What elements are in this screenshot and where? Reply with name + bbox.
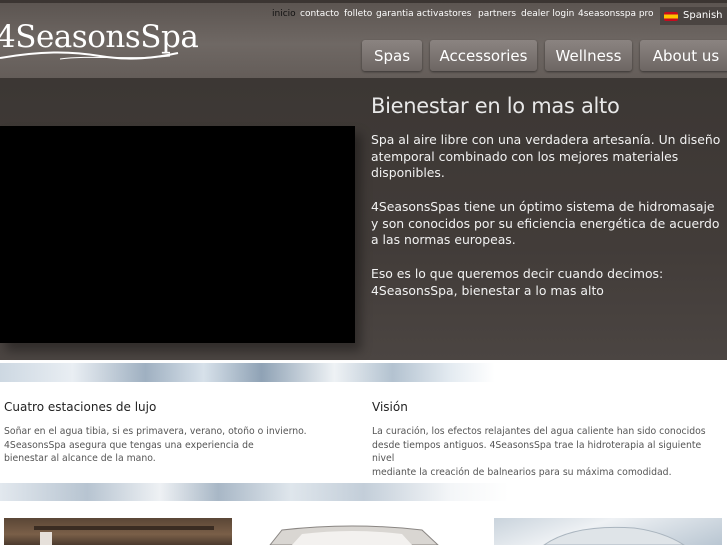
text-line: mediante la creación de balnearios para … [372,466,672,478]
section-text-seasons: Soñar en el agua tibia, si es primavera,… [4,425,354,466]
hero-video-player[interactable] [0,126,355,343]
section-title-seasons: Cuatro estaciones de lujo [4,400,157,414]
spa-cover-icon [543,526,685,545]
utility-link-dealer-login[interactable]: dealer login [521,9,574,19]
site-header: 4SeasonsSpa inicio contacto folleto gara… [0,0,727,78]
section-title-vision: Visión [372,400,408,414]
language-selector[interactable]: Spanish [660,7,727,25]
nav-spas-button[interactable]: Spas [362,40,422,71]
hero-title: Bienestar en lo mas alto [371,94,620,118]
text-line: Soñar en el agua tibia, si es primavera,… [4,426,307,437]
hero-paragraph: Spa al aire libre con una verdadera arte… [371,132,721,181]
nav-wellness-button[interactable]: Wellness [545,40,632,71]
text-line: desde tiempos antiguos. 4SeasonsSpa trae… [372,439,702,465]
spain-flag-icon [664,12,678,21]
text-line: bienestar al alcance de la mano. [4,453,156,465]
water-stripe-bottom [0,483,727,501]
hot-tub-icon [269,525,439,545]
utility-link-inicio[interactable]: inicio [272,9,296,19]
utility-link-folleto[interactable]: folleto [344,9,372,19]
utility-link-pro[interactable]: 4seasonsspa pro [578,9,654,19]
utility-link-contacto[interactable]: contacto [300,9,339,19]
spa-thumbnail-outdoor[interactable] [4,518,232,545]
text-line: 4SeasonsSpa asegura que tengas una exper… [4,439,254,451]
hero-paragraph: Eso es lo que queremos decir cuando deci… [371,266,664,298]
utility-link-garantia[interactable]: garantia activa [376,9,444,19]
utility-link-stores[interactable]: stores [444,9,471,19]
text-line: La curación, los efectos relajantes del … [372,426,706,437]
spa-thumbnail-cover[interactable] [494,518,722,545]
utility-link-partners[interactable]: partners [478,9,516,19]
spa-thumbnail-tub[interactable] [262,518,442,545]
water-stripe-top [0,363,727,382]
logo-swoosh-icon [0,51,179,60]
section-text-vision: La curación, los efectos relajantes del … [372,425,724,479]
nav-about-us-button[interactable]: About us [640,40,727,71]
hero-section: Bienestar en lo mas alto Spa al aire lib… [0,78,727,360]
hero-paragraph: 4SeasonsSpas tiene un óptimo sistema de … [371,199,720,248]
language-label: Spanish [683,10,723,21]
nav-accessories-button[interactable]: Accessories [430,40,537,71]
